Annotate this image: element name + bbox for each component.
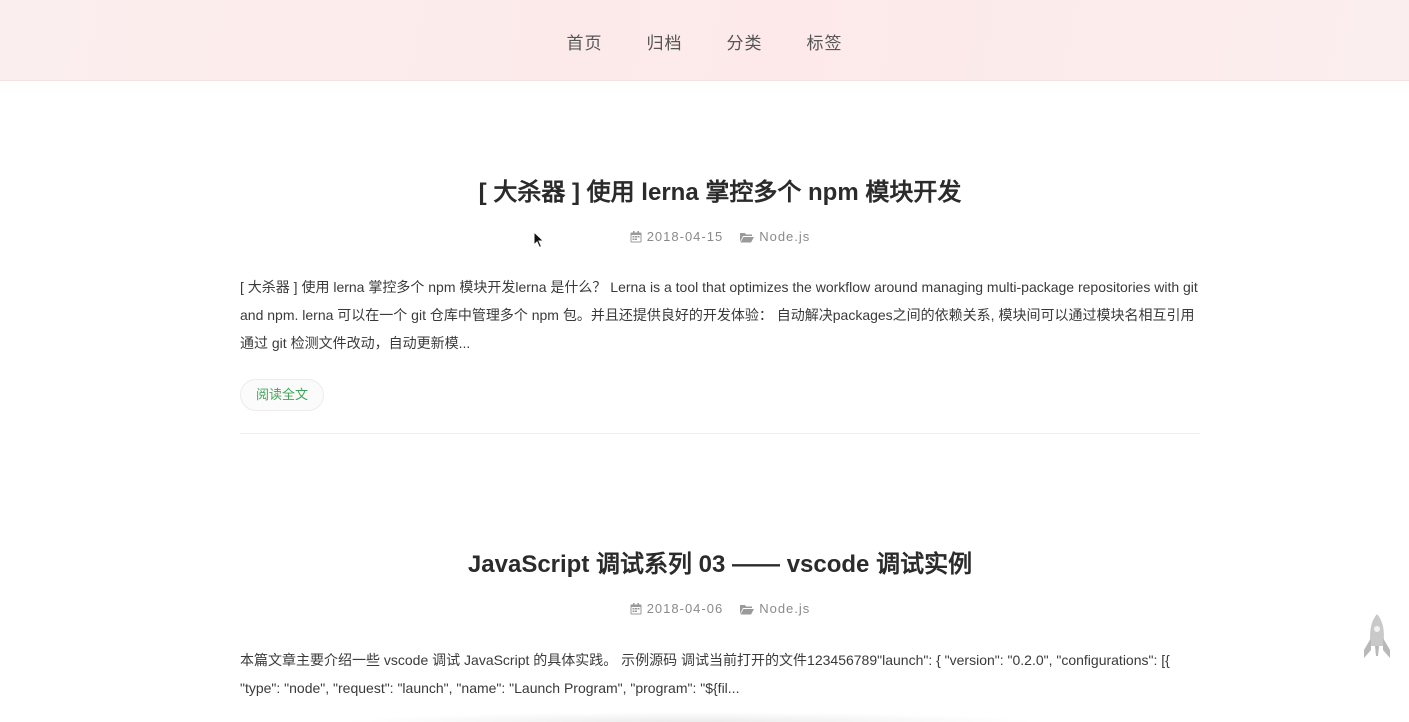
post-category-text[interactable]: Node.js [759,228,810,246]
bottom-shadow [340,712,1040,722]
post-meta: 2018-04-15 Node.js [240,228,1200,246]
mouse-cursor-icon [533,230,545,254]
post-title[interactable]: JavaScript 调试系列 03 —— vscode 调试实例 [240,550,1200,580]
post-date-text: 2018-04-15 [646,229,724,244]
post-card: JavaScript 调试系列 03 —— vscode 调试实例 2018-0… [240,550,1200,702]
nav-item-tags[interactable]: 标签 [807,29,843,54]
calendar-icon [630,603,642,615]
post-date: 2018-04-15 [630,228,724,246]
back-to-top-button[interactable] [1362,612,1392,667]
post-meta: 2018-04-06 Node.js [240,600,1200,618]
post-title[interactable]: [ 大杀器 ] 使用 lerna 掌控多个 npm 模块开发 [240,178,1200,208]
site-header: 首页 归档 分类 标签 [0,0,1409,81]
post-date: 2018-04-06 [630,600,724,618]
post-category[interactable]: Node.js [740,228,810,246]
post-excerpt: [ 大杀器 ] 使用 lerna 掌控多个 npm 模块开发lerna 是什么？… [240,279,1198,351]
main-nav: 首页 归档 分类 标签 [0,29,1409,54]
post-divider [240,433,1200,434]
post-date-text: 2018-04-06 [646,601,724,616]
rocket-icon [1362,614,1392,666]
folder-open-icon [740,232,755,243]
folder-open-icon [740,604,755,615]
nav-item-archive[interactable]: 归档 [647,29,683,54]
post-category-text[interactable]: Node.js [759,600,810,618]
post-excerpt: 本篇文章主要介绍一些 vscode 调试 JavaScript 的具体实践。 示… [240,652,1170,696]
read-more-button[interactable]: 阅读全文 [240,379,325,411]
post-category[interactable]: Node.js [740,600,810,618]
nav-item-home[interactable]: 首页 [567,29,603,54]
calendar-icon [630,231,642,243]
post-card: [ 大杀器 ] 使用 lerna 掌控多个 npm 模块开发 2018-04-1… [240,178,1200,411]
nav-item-categories[interactable]: 分类 [727,29,763,54]
